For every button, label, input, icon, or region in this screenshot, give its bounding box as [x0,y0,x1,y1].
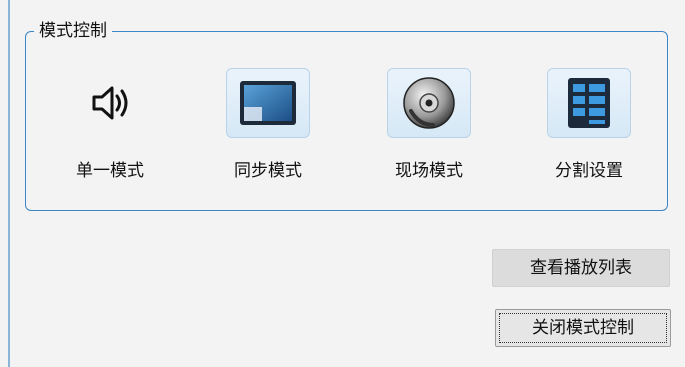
mode-live-label: 现场模式 [395,161,463,181]
split-settings-tile [547,68,631,138]
mode-sync-label: 同步模式 [234,161,302,181]
split-settings-label: 分割设置 [555,161,623,181]
close-mode-control-button[interactable]: 关闭模式控制 [495,309,671,347]
mode-live-tile [387,68,471,138]
grid-split-icon [568,78,610,128]
mode-single-button[interactable]: 单一模式 [55,68,165,181]
disc-icon [403,77,455,129]
sync-screen-icon [240,81,296,125]
groupbox-title: 模式控制 [34,20,112,42]
mode-sync-tile [226,68,310,138]
view-playlist-button[interactable]: 查看播放列表 [492,249,670,287]
mode-sync-button[interactable]: 同步模式 [213,68,323,181]
focus-ring [499,313,667,343]
mode-live-button[interactable]: 现场模式 [374,68,484,181]
window-left-edge [0,0,10,367]
mode-single-label: 单一模式 [76,161,144,181]
speaker-icon [92,86,128,120]
mode-single-tile [68,68,152,138]
split-settings-button[interactable]: 分割设置 [534,68,644,181]
